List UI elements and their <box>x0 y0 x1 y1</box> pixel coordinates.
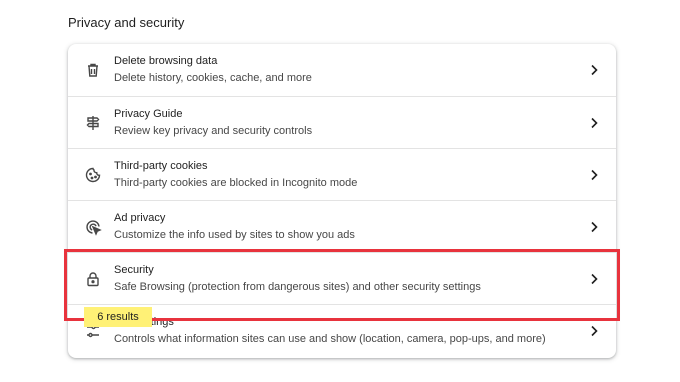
row-security[interactable]: Security Safe Browsing (protection from … <box>68 252 616 304</box>
section-title: Privacy and security <box>68 15 185 30</box>
signpost-icon <box>84 114 102 132</box>
row-title: Delete browsing data <box>114 55 218 67</box>
row-third-party-cookies[interactable]: Third-party cookies Third-party cookies … <box>68 148 616 200</box>
chevron-right-icon <box>586 271 602 287</box>
row-delete-browsing-data[interactable]: Delete browsing data Delete history, coo… <box>68 44 616 96</box>
row-title: Security <box>114 264 154 276</box>
chevron-right-icon <box>586 115 602 131</box>
row-description: Customize the info used by sites to show… <box>114 229 355 241</box>
row-description: Controls what information sites can use … <box>114 333 546 345</box>
row-ad-privacy[interactable]: Ad privacy Customize the info used by si… <box>68 200 616 252</box>
row-description: Safe Browsing (protection from dangerous… <box>114 281 481 293</box>
row-privacy-guide[interactable]: Privacy Guide Review key privacy and sec… <box>68 96 616 148</box>
trash-icon <box>84 61 102 79</box>
chevron-right-icon <box>586 167 602 183</box>
chevron-right-icon <box>586 62 602 78</box>
row-title: Privacy Guide <box>114 108 183 120</box>
lock-icon <box>84 270 102 288</box>
row-description: Third-party cookies are blocked in Incog… <box>114 177 358 189</box>
row-description: Review key privacy and security controls <box>114 125 313 137</box>
row-description: Delete history, cookies, cache, and more <box>114 72 312 84</box>
chevron-right-icon <box>586 219 602 235</box>
ad-privacy-icon <box>84 218 102 236</box>
cookie-icon <box>84 166 102 184</box>
row-title: Ad privacy <box>114 212 166 224</box>
chevron-right-icon <box>586 323 602 339</box>
search-results-badge: 6 results <box>84 307 152 327</box>
row-title: Third-party cookies <box>114 160 208 172</box>
